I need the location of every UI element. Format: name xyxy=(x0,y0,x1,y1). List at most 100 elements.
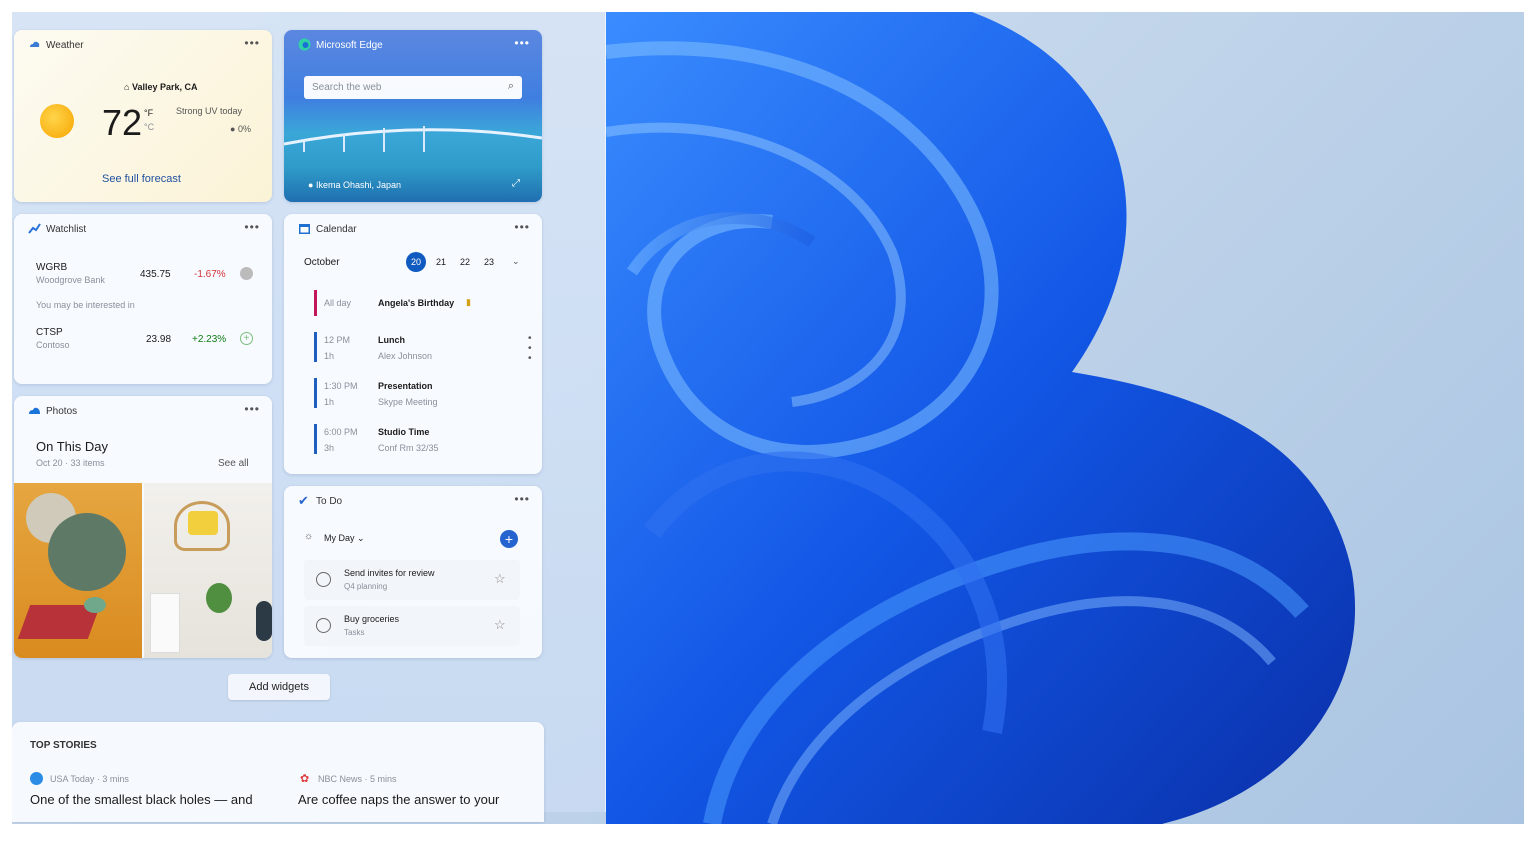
desktop: Weather ••• ⌂ Valley Park, CA 72 °F °C S… xyxy=(12,12,1524,824)
chart-icon xyxy=(28,223,41,234)
event-title: Angela's Birthday xyxy=(378,298,455,308)
photo-thumbnail[interactable] xyxy=(14,483,142,658)
photos-subtitle: Oct 20 · 33 items xyxy=(36,458,105,468)
task-item[interactable]: Send invites for review Q4 planning ☆ xyxy=(304,560,520,600)
temperature-value: 72 xyxy=(102,102,143,143)
stock-symbol: WGRB xyxy=(36,262,68,273)
stock-name: Contoso xyxy=(36,340,70,350)
task-title: Buy groceries xyxy=(344,614,400,624)
droplet-icon: ● xyxy=(230,124,238,134)
event-color-bar xyxy=(314,332,317,362)
top-stories-section: TOP STORIES USA Today · 3 mins One of th… xyxy=(12,722,544,822)
stock-change: +2.23% xyxy=(192,334,227,345)
weather-widget[interactable]: Weather ••• ⌂ Valley Park, CA 72 °F °C S… xyxy=(14,30,272,202)
event-time: 1:30 PM xyxy=(324,381,358,391)
cake-icon: ▮ xyxy=(466,297,471,307)
photo-location: ● Ikema Ohashi, Japan xyxy=(308,180,401,190)
story-headline: One of the smallest black holes — and xyxy=(30,792,253,807)
event-duration: 3h xyxy=(324,443,335,453)
weather-icon xyxy=(30,41,40,47)
widget-title: Calendar xyxy=(316,224,357,235)
chevron-down-icon[interactable]: ⌄ xyxy=(512,256,520,267)
day-button[interactable]: 22 xyxy=(460,257,470,267)
scroll-dots-icon[interactable]: • • • xyxy=(528,334,532,364)
task-checkbox[interactable] xyxy=(316,572,331,587)
widget-title: To Do xyxy=(316,496,343,507)
task-subtitle: Q4 planning xyxy=(344,582,388,591)
added-icon[interactable] xyxy=(240,267,253,280)
stock-price: 23.98 xyxy=(146,334,172,345)
calendar-icon xyxy=(299,224,310,234)
see-all-link[interactable]: See all xyxy=(218,458,249,469)
search-icon[interactable]: ⌕ xyxy=(508,80,514,93)
task-title: Send invites for review xyxy=(344,568,435,578)
event-color-bar xyxy=(314,378,317,408)
more-options-icon[interactable]: ••• xyxy=(514,36,530,50)
usa-today-logo xyxy=(30,772,43,785)
event-title: Lunch xyxy=(378,335,405,345)
story-source: USA Today · 3 mins xyxy=(50,774,129,784)
widget-title: Watchlist xyxy=(46,224,87,235)
top-stories-heading: TOP STORIES xyxy=(30,740,97,751)
widget-title: Weather xyxy=(46,40,84,51)
event-detail: Alex Johnson xyxy=(378,351,433,361)
stock-name: Woodgrove Bank xyxy=(36,275,105,285)
day-selected[interactable]: 20 xyxy=(406,252,426,272)
event-title: Studio Time xyxy=(378,427,430,437)
event-duration: 1h xyxy=(324,351,335,361)
sun-icon: ☼ xyxy=(304,531,314,542)
todo-widget[interactable]: ✔ To Do ••• ☼ My Day ⌄ + Send invites fo… xyxy=(284,486,542,658)
photo-thumbnail[interactable] xyxy=(144,483,272,658)
expand-icon[interactable]: ⤢ xyxy=(512,178,520,189)
event-duration: 1h xyxy=(324,397,335,407)
suggestion-label: You may be interested in xyxy=(36,300,135,310)
task-item[interactable]: Buy groceries Tasks ☆ xyxy=(304,606,520,646)
more-options-icon[interactable]: ••• xyxy=(244,402,260,416)
add-task-button[interactable]: + xyxy=(500,530,518,548)
more-options-icon[interactable]: ••• xyxy=(514,492,530,506)
list-selector[interactable]: My Day ⌄ xyxy=(324,533,365,544)
search-input[interactable]: Search the web ⌕ xyxy=(304,76,522,99)
precipitation: ● 0% xyxy=(230,124,251,134)
task-subtitle: Tasks xyxy=(344,628,365,637)
widget-title: Photos xyxy=(46,406,78,417)
event-time: All day xyxy=(324,298,352,308)
day-button[interactable]: 21 xyxy=(436,257,446,267)
event-color-bar xyxy=(314,290,317,316)
add-icon[interactable]: + xyxy=(240,332,253,345)
chevron-down-icon: ⌄ xyxy=(357,533,365,543)
event-detail: Skype Meeting xyxy=(378,397,438,407)
sun-icon xyxy=(40,104,74,138)
more-options-icon[interactable]: ••• xyxy=(244,36,260,50)
checkmark-icon: ✔ xyxy=(298,493,309,508)
photos-heading: On This Day xyxy=(36,439,109,454)
event-color-bar xyxy=(314,424,317,454)
watchlist-widget[interactable]: Watchlist ••• WGRB Woodgrove Bank 435.75… xyxy=(14,214,272,384)
more-options-icon[interactable]: ••• xyxy=(244,220,260,234)
stock-symbol: CTSP xyxy=(36,327,63,338)
edge-icon xyxy=(298,38,311,51)
task-checkbox[interactable] xyxy=(316,618,331,633)
event-title: Presentation xyxy=(378,381,433,391)
condition-text: Strong UV today xyxy=(176,106,243,116)
home-icon: ⌂ xyxy=(124,82,132,92)
star-icon[interactable]: ☆ xyxy=(494,617,506,633)
photos-widget[interactable]: Photos ••• On This Day Oct 20 · 33 items… xyxy=(14,396,272,658)
onedrive-icon xyxy=(29,407,40,414)
forecast-link[interactable]: See full forecast xyxy=(102,173,181,185)
calendar-widget[interactable]: Calendar ••• October 20 21 22 23 ⌄ All d… xyxy=(284,214,542,474)
event-detail: Conf Rm 32/35 xyxy=(378,443,439,453)
location-pin-icon: ● xyxy=(308,180,316,190)
add-widgets-button[interactable]: Add widgets xyxy=(228,674,330,700)
edge-widget[interactable]: Microsoft Edge ••• Search the web ⌕ ● Ik… xyxy=(284,30,542,202)
stock-price: 435.75 xyxy=(140,269,171,280)
unit-fahrenheit[interactable]: °F xyxy=(144,108,153,118)
stock-change: -1.67% xyxy=(194,269,226,280)
unit-celsius[interactable]: °C xyxy=(144,122,154,132)
event-time: 6:00 PM xyxy=(324,427,358,437)
day-button[interactable]: 23 xyxy=(484,257,494,267)
more-options-icon[interactable]: ••• xyxy=(514,220,530,234)
widget-title: Microsoft Edge xyxy=(316,40,383,51)
star-icon[interactable]: ☆ xyxy=(494,571,506,587)
story-source: NBC News · 5 mins xyxy=(318,774,397,784)
